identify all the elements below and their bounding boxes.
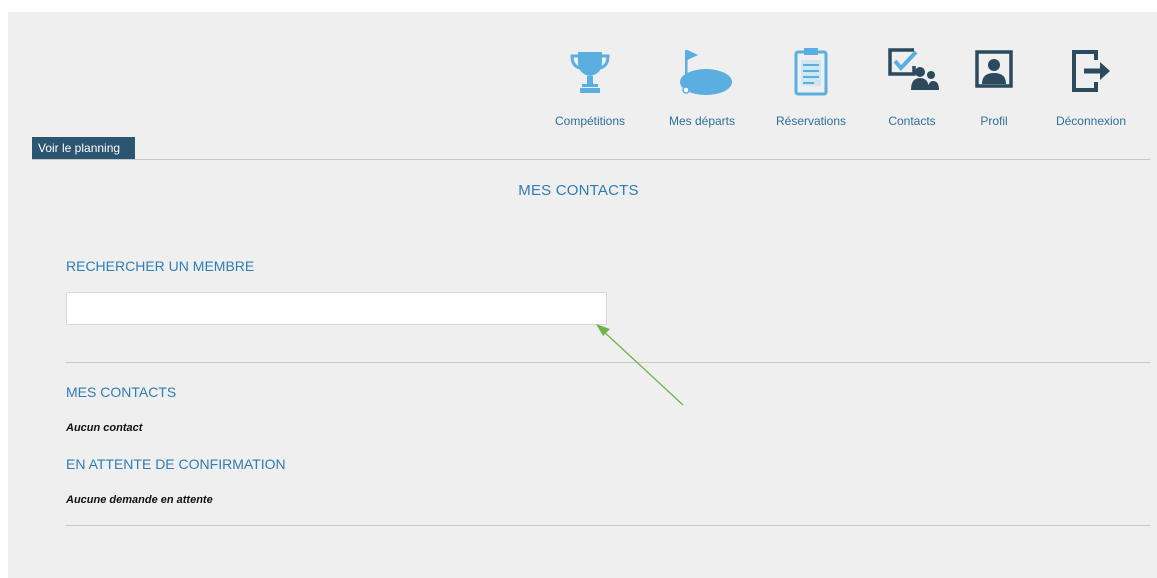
divider bbox=[32, 159, 1150, 160]
nav-item-deconnexion[interactable]: Déconnexion bbox=[1048, 42, 1134, 132]
pending-empty-message: Aucune demande en attente bbox=[66, 494, 213, 506]
nav-item-contacts[interactable]: Contacts bbox=[878, 42, 946, 132]
trophy-icon bbox=[570, 52, 610, 93]
page-title: MES CONTACTS bbox=[518, 182, 639, 199]
contacts-icon bbox=[888, 48, 939, 90]
nav-label: Contacts bbox=[888, 114, 936, 128]
nav-label: Profil bbox=[980, 114, 1008, 128]
nav-label: Mes départs bbox=[668, 114, 736, 128]
contacts-empty-message: Aucun contact bbox=[66, 422, 143, 434]
annotation-arrow-icon bbox=[596, 324, 684, 406]
logout-icon bbox=[1072, 50, 1110, 92]
nav-item-reservations[interactable]: Réservations bbox=[768, 42, 854, 132]
nav-label: Réservations bbox=[775, 114, 847, 128]
search-section-title: RECHERCHER UN MEMBRE bbox=[66, 258, 255, 274]
nav-item-mes-departs[interactable]: Mes départs bbox=[662, 42, 742, 132]
contacts-section-title: MES CONTACTS bbox=[66, 384, 177, 400]
voir-planning-button[interactable]: Voir le planning bbox=[32, 137, 135, 159]
divider bbox=[66, 525, 1150, 526]
clipboard-icon bbox=[794, 48, 828, 96]
nav-item-profil[interactable]: Profil bbox=[966, 42, 1022, 132]
nav-item-competitions[interactable]: Compétitions bbox=[540, 42, 640, 132]
profile-icon bbox=[975, 50, 1013, 88]
member-search-input[interactable] bbox=[66, 292, 607, 325]
nav-label: Compétitions bbox=[554, 114, 626, 128]
golf-flag-icon bbox=[680, 50, 732, 95]
pending-section-title: EN ATTENTE DE CONFIRMATION bbox=[66, 456, 286, 472]
nav-label: Déconnexion bbox=[1055, 114, 1127, 128]
